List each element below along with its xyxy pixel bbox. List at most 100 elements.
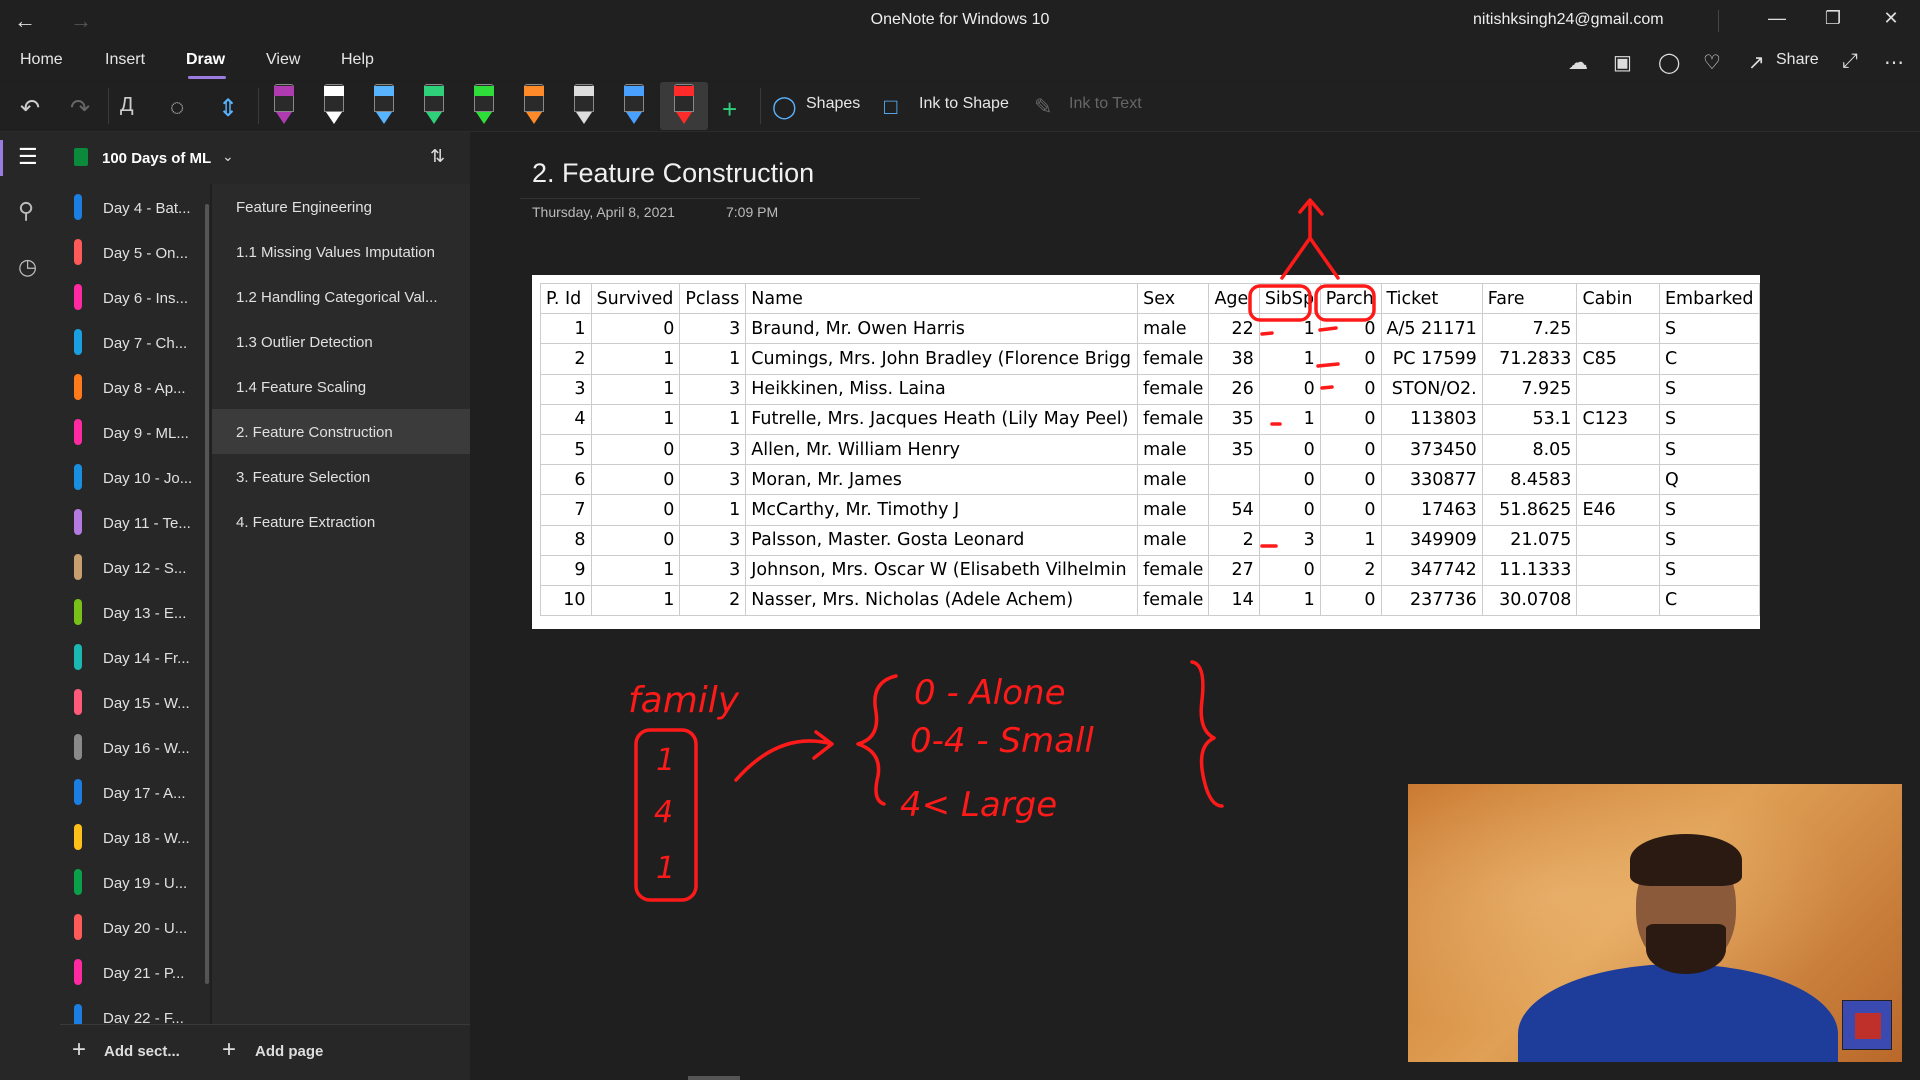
pen-5-icon[interactable] [522, 84, 546, 124]
section-color-tab [74, 779, 82, 805]
page-item[interactable]: 1.3 Outlier Detection [212, 319, 470, 364]
section-item[interactable]: Day 8 - Ap... [60, 364, 210, 409]
type-select-icon[interactable]: Д [120, 94, 134, 117]
section-item[interactable]: Day 5 - On... [60, 229, 210, 274]
data-table-image[interactable]: P. Id Survived Pclass Name Sex Age SibSp Parch T… [532, 275, 1761, 629]
section-item[interactable]: Day 20 - U... [60, 904, 210, 949]
add-section-plus-icon[interactable]: + [72, 1036, 86, 1064]
menu-help[interactable]: Help [341, 51, 374, 69]
search-icon[interactable]: ⚲ [18, 198, 34, 224]
add-page-button[interactable]: Add page [255, 1043, 323, 1060]
table-cell: 3 [679, 524, 747, 556]
notebook-name[interactable]: 100 Days of ML [102, 150, 211, 167]
notebook-icon[interactable]: ▣ [1613, 50, 1632, 75]
notebooks-icon[interactable]: ☰ [18, 144, 38, 170]
section-item[interactable]: Day 16 - W... [60, 724, 210, 769]
sort-icon[interactable]: ⇅ [430, 146, 445, 167]
menu-view[interactable]: View [266, 51, 300, 69]
section-item[interactable]: Day 7 - Ch... [60, 319, 210, 364]
redo-icon[interactable]: ↷ [70, 94, 90, 123]
page-item[interactable]: 1.1 Missing Values Imputation [212, 229, 470, 274]
add-page-plus-icon[interactable]: + [222, 1036, 236, 1064]
recent-icon[interactable]: ◷ [18, 254, 37, 280]
pen-8-icon[interactable] [672, 84, 696, 124]
share-button[interactable]: Share [1776, 51, 1819, 69]
table-cell: 17463 [1380, 494, 1483, 526]
close-icon[interactable]: ✕ [1876, 8, 1906, 29]
table-cell: C [1658, 584, 1761, 617]
add-space-icon[interactable]: ⇕ [218, 94, 238, 123]
add-section-button[interactable]: Add sect... [104, 1043, 180, 1060]
section-item[interactable]: Day 11 - Te... [60, 499, 210, 544]
section-item[interactable]: Day 14 - Fr... [60, 634, 210, 679]
section-item[interactable]: Day 22 - F... [60, 994, 210, 1024]
pen-0-icon[interactable] [272, 84, 296, 124]
menu-home[interactable]: Home [20, 51, 63, 69]
section-item[interactable]: Day 12 - S... [60, 544, 210, 589]
table-cell: 1 [590, 584, 681, 617]
section-item[interactable]: Day 18 - W... [60, 814, 210, 859]
table-cell: female [1137, 373, 1210, 405]
lasso-select-icon[interactable]: ◌ [170, 94, 184, 122]
section-label: Day 9 - ML... [103, 425, 189, 442]
page-item[interactable]: 1.4 Feature Scaling [212, 364, 470, 409]
section-scrollbar[interactable] [205, 204, 209, 984]
page-item[interactable]: Feature Engineering [212, 184, 470, 229]
shapes-icon[interactable]: ◯ [772, 94, 797, 120]
section-item[interactable]: Day 6 - Ins... [60, 274, 210, 319]
table-cell: 1 [1319, 524, 1382, 556]
table-cell: 1 [1258, 313, 1321, 345]
section-item[interactable]: Day 13 - E... [60, 589, 210, 634]
bell-icon[interactable]: ♡ [1703, 50, 1721, 75]
ink-to-text-button[interactable]: Ink to Text [1069, 95, 1142, 113]
menu-insert[interactable]: Insert [105, 51, 145, 69]
undo-icon[interactable]: ↶ [20, 94, 40, 123]
table-cell: S [1658, 524, 1761, 556]
shapes-button[interactable]: Shapes [806, 95, 860, 113]
table-cell: 347742 [1380, 554, 1483, 586]
ink-to-shape-icon[interactable]: □ [884, 94, 897, 120]
minimize-icon[interactable]: — [1762, 8, 1792, 29]
pen-6-icon[interactable] [572, 84, 596, 124]
restore-icon[interactable]: ❐ [1818, 8, 1848, 29]
page-item[interactable]: 2. Feature Construction [212, 409, 470, 454]
presenter-beard [1646, 924, 1726, 974]
page-item[interactable]: 4. Feature Extraction [212, 499, 470, 544]
page-item[interactable]: 1.2 Handling Categorical Val... [212, 274, 470, 319]
more-icon[interactable]: ⋯ [1884, 50, 1904, 75]
section-item[interactable]: Day 15 - W... [60, 679, 210, 724]
table-row: 5 0 3 Allen, Mr. William Henry male 35 0 0 37345… [540, 433, 1761, 466]
horizontal-scrollbar[interactable] [688, 1076, 740, 1080]
fullscreen-icon[interactable]: ⤢ [1842, 50, 1858, 73]
table-cell: C85 [1576, 343, 1660, 375]
table-cell: S [1658, 373, 1761, 405]
section-color-tab [74, 959, 82, 985]
table-cell: 54 [1208, 494, 1260, 526]
pen-1-icon[interactable] [322, 84, 346, 124]
ink-to-shape-button[interactable]: Ink to Shape [919, 95, 1009, 113]
ink-to-text-icon[interactable]: ✎ [1034, 94, 1052, 120]
section-item[interactable]: Day 19 - U... [60, 859, 210, 904]
section-list: Day 4 - Bat... Day 5 - On... Day 6 - Ins..… [60, 184, 210, 1024]
chevron-down-icon[interactable]: ⌄ [222, 148, 234, 165]
page-item[interactable]: 3. Feature Selection [212, 454, 470, 499]
page-date: Thursday, April 8, 2021 [532, 204, 675, 220]
lightbulb-icon[interactable]: ◯ [1658, 50, 1680, 75]
share-icon[interactable]: ↗ [1748, 50, 1765, 75]
menu-draw[interactable]: Draw [186, 51, 225, 69]
title-underline [520, 198, 920, 199]
table-cell: 35 [1208, 433, 1260, 466]
section-item[interactable]: Day 10 - Jo... [60, 454, 210, 499]
add-pen-icon[interactable]: + [722, 94, 737, 125]
section-item[interactable]: Day 21 - P... [60, 949, 210, 994]
pen-4-icon[interactable] [472, 84, 496, 124]
pen-7-icon[interactable] [622, 84, 646, 124]
section-item[interactable]: Day 4 - Bat... [60, 184, 210, 229]
pen-2-icon[interactable] [372, 84, 396, 124]
sync-icon[interactable]: ☁ [1568, 50, 1588, 75]
page-title[interactable]: 2. Feature Construction [532, 158, 814, 189]
section-item[interactable]: Day 17 - A... [60, 769, 210, 814]
pen-3-icon[interactable] [422, 84, 446, 124]
section-item[interactable]: Day 9 - ML... [60, 409, 210, 454]
account-email[interactable]: nitishksingh24@gmail.com [1473, 11, 1664, 29]
